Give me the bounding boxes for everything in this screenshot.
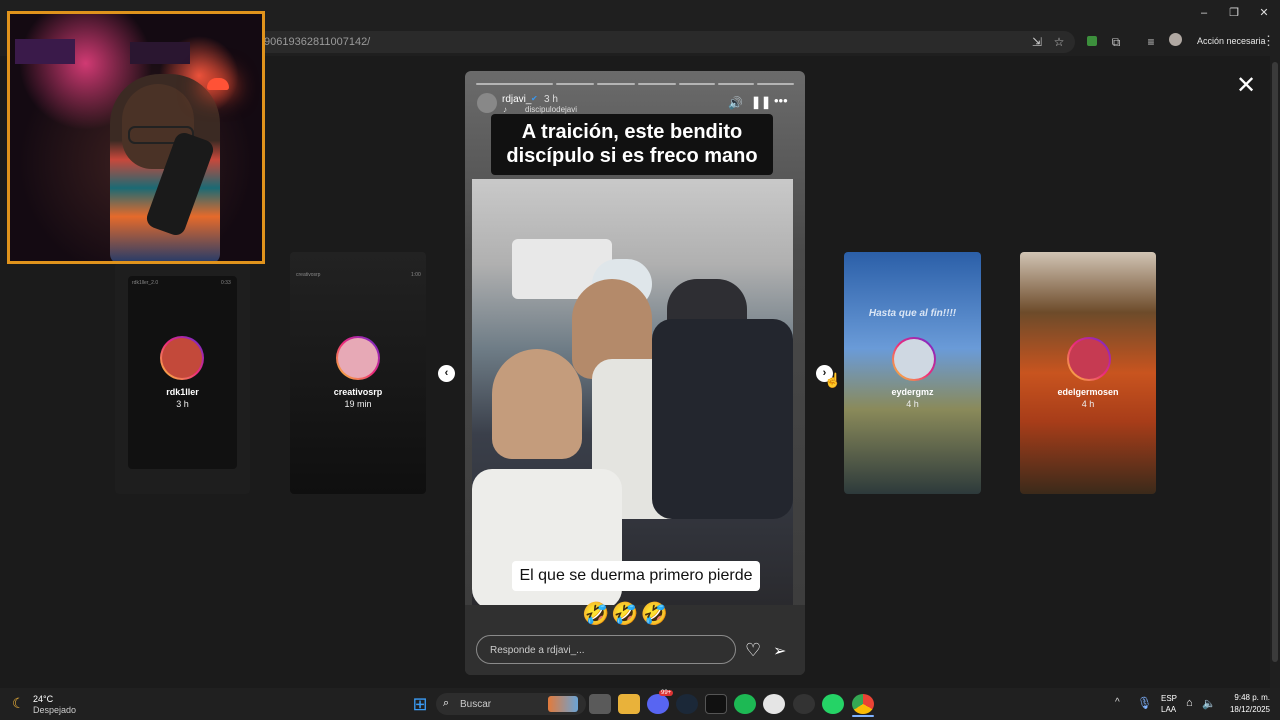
- obs-icon[interactable]: [763, 694, 785, 714]
- avatar[interactable]: [160, 336, 204, 380]
- person-face: [492, 349, 582, 459]
- story-author-name[interactable]: rdjavi_: [502, 94, 531, 105]
- story-progress-segment: [757, 83, 794, 85]
- story-time: 19 min: [344, 399, 372, 409]
- speaker-icon[interactable]: 🔈: [1202, 697, 1216, 710]
- address-url[interactable]: 90619362811007142/: [264, 36, 370, 48]
- story-username: creativosrp: [333, 387, 383, 397]
- story-progress-segment: [718, 83, 754, 85]
- file-explorer-icon[interactable]: [618, 694, 640, 714]
- install-app-icon[interactable]: ⇲: [1028, 33, 1046, 51]
- profile-avatar[interactable]: [1166, 33, 1184, 51]
- close-window-button[interactable]: ✕: [1249, 4, 1279, 22]
- active-app-indicator: [852, 715, 874, 717]
- card-tiny-user: creativosrp: [296, 272, 321, 278]
- weather-temp[interactable]: 24°C: [33, 694, 53, 704]
- more-options-icon[interactable]: •••: [774, 93, 788, 108]
- story-music-label[interactable]: discipulodejavi: [525, 105, 577, 114]
- close-story-icon[interactable]: ✕: [1236, 71, 1256, 100]
- card-tiny-time: 1:00: [411, 272, 421, 278]
- clock-date[interactable]: 18/12/2025: [1222, 705, 1270, 714]
- windows-start-icon[interactable]: ⊞: [409, 694, 431, 714]
- clock-time[interactable]: 9:48 p. m.: [1222, 693, 1270, 702]
- reply-placeholder[interactable]: Responde a rdjavi_...: [490, 645, 585, 656]
- discord-icon[interactable]: [647, 694, 669, 714]
- music-note-icon: ♪: [503, 105, 507, 114]
- story-progress-segment: [476, 83, 553, 85]
- verified-badge-icon: ✔: [531, 94, 538, 103]
- volume-icon[interactable]: 🔊: [728, 96, 743, 110]
- story-time: 3 h: [544, 94, 558, 105]
- avatar[interactable]: [336, 336, 380, 380]
- chevron-up-icon[interactable]: ^: [1115, 697, 1120, 708]
- browser-menu-icon[interactable]: ⋮: [1262, 33, 1275, 49]
- weather-moon-icon[interactable]: ☾: [12, 695, 25, 712]
- action-required-button[interactable]: Acción necesaria: [1197, 36, 1266, 46]
- card-tiny-time: 0:33: [221, 280, 231, 286]
- share-send-icon[interactable]: ➢: [773, 641, 786, 661]
- story-username: rdk1ller: [166, 387, 199, 397]
- microphone-icon[interactable]: 🎙: [1137, 696, 1152, 710]
- streamer-webcam: [7, 11, 265, 264]
- terminal-app-icon[interactable]: [705, 694, 727, 714]
- card-overlay-text: Hasta que al fin!!!!: [868, 308, 957, 319]
- like-heart-icon[interactable]: ♡: [745, 640, 761, 661]
- shelf-decor: [130, 42, 190, 64]
- spotify-icon[interactable]: [734, 694, 756, 714]
- story-username: edelgermosen: [1057, 387, 1119, 397]
- card-tiny-user: rdk1ller_2.0: [132, 280, 159, 286]
- story-emojis: 🤣🤣🤣: [582, 601, 671, 626]
- story-progress-segment: [638, 83, 676, 85]
- bookmark-star-icon[interactable]: ☆: [1050, 33, 1068, 51]
- story-headline-text: A traición, este bendito discípulo si es…: [491, 114, 773, 175]
- language-code[interactable]: ESP: [1161, 694, 1177, 703]
- extension-badge-icon[interactable]: [1083, 33, 1101, 51]
- minimize-button[interactable]: –: [1189, 4, 1219, 22]
- mouse-cursor-icon: ☝: [824, 372, 842, 388]
- notification-badge: 99+: [659, 690, 674, 696]
- address-bar[interactable]: [255, 31, 1075, 53]
- avatar[interactable]: [1067, 337, 1111, 381]
- steam-icon[interactable]: [676, 694, 698, 714]
- story-caption-text: El que se duerma primero pierde: [512, 561, 760, 591]
- network-icon[interactable]: ⌂: [1186, 697, 1193, 709]
- weather-desc[interactable]: Despejado: [33, 705, 76, 715]
- story-author-avatar[interactable]: [477, 93, 497, 113]
- story-progress-segment: [597, 83, 635, 85]
- lamp: [207, 78, 229, 90]
- task-view-icon[interactable]: [589, 694, 611, 714]
- story-username: eydergmz: [891, 387, 934, 397]
- shelf-decor: [15, 39, 75, 64]
- story-photo: [472, 179, 793, 605]
- search-icon: ⌕: [443, 697, 450, 709]
- whatsapp-icon[interactable]: [822, 694, 844, 714]
- app-icon[interactable]: [793, 694, 815, 714]
- story-time: 4 h: [1081, 399, 1095, 409]
- story-progress-segment: [679, 83, 715, 85]
- windows-taskbar: [0, 688, 1280, 720]
- chrome-icon[interactable]: [852, 694, 874, 714]
- scrollbar-thumb[interactable]: [1272, 62, 1278, 662]
- pause-icon[interactable]: ❚❚: [751, 95, 771, 109]
- extensions-puzzle-icon[interactable]: ⧉: [1107, 33, 1125, 51]
- search-highlight-image: [548, 696, 578, 712]
- person-jacket: [652, 319, 793, 519]
- avatar[interactable]: [892, 337, 936, 381]
- story-progress-segment: [556, 83, 594, 85]
- search-placeholder[interactable]: Buscar: [460, 699, 491, 710]
- previous-story-button[interactable]: ‹: [438, 365, 455, 382]
- story-time: 4 h: [906, 399, 919, 409]
- keyboard-layout[interactable]: LAA: [1161, 705, 1176, 714]
- restore-button[interactable]: ❐: [1219, 4, 1249, 22]
- story-time: 3 h: [176, 399, 189, 409]
- media-control-icon[interactable]: ≡: [1142, 33, 1160, 51]
